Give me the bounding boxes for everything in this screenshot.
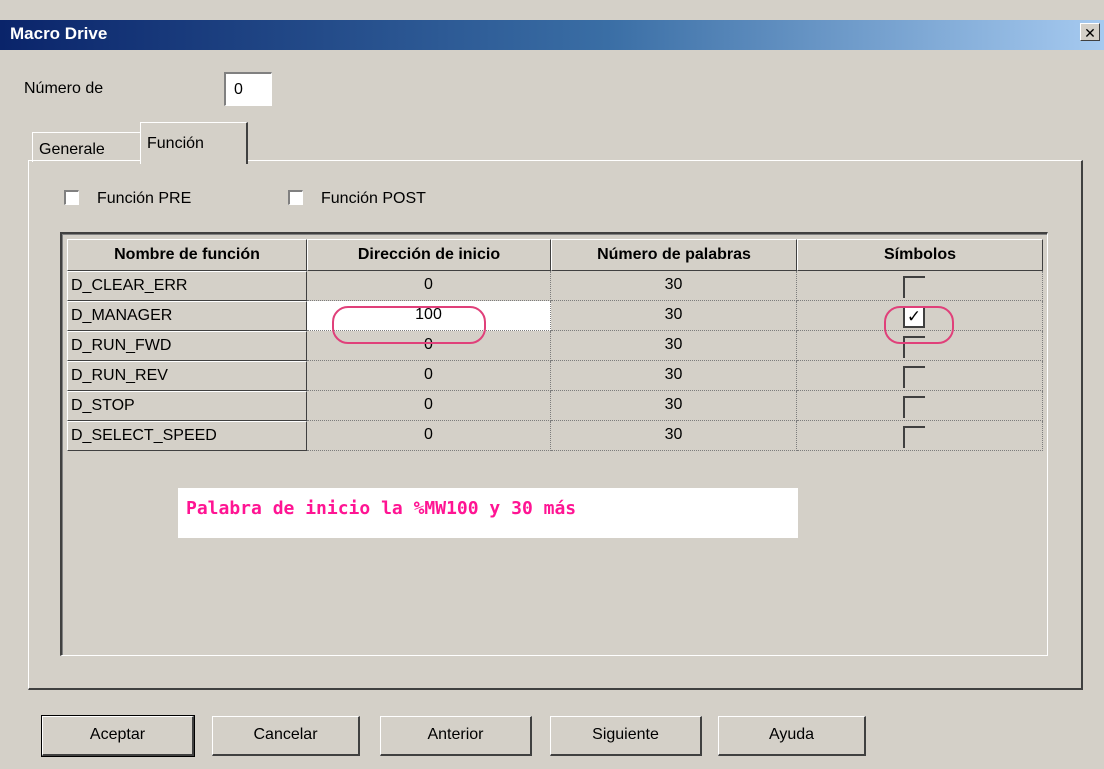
cell-start-address[interactable]: 0 — [307, 271, 551, 301]
cell-start-address[interactable]: 0 — [307, 331, 551, 361]
window-title: Macro Drive — [10, 24, 108, 43]
tab-funcion[interactable]: Función — [140, 122, 248, 164]
cell-word-count[interactable]: 30 — [551, 331, 797, 361]
title-bar: Macro Drive — [0, 20, 1104, 50]
numero-input[interactable]: 0 — [224, 72, 272, 106]
symbols-checkbox[interactable] — [903, 336, 925, 358]
symbols-checkbox[interactable] — [903, 426, 925, 448]
cell-symbols — [797, 361, 1043, 391]
next-button[interactable]: Siguiente — [550, 716, 702, 756]
cell-function-name[interactable]: D_SELECT_SPEED — [67, 421, 307, 451]
numero-label: Número de — [24, 80, 104, 97]
cell-symbols — [797, 271, 1043, 301]
funcion-post-checkbox[interactable]: Función POST — [288, 190, 426, 208]
cell-symbols — [797, 421, 1043, 451]
column-header-name[interactable]: Nombre de función — [67, 239, 307, 271]
symbols-checkbox[interactable] — [903, 396, 925, 418]
table-row[interactable]: D_STOP 0 30 — [67, 391, 1043, 421]
symbols-checkbox[interactable] — [903, 276, 925, 298]
column-header-symbols[interactable]: Símbolos — [797, 239, 1043, 271]
close-icon: ✕ — [1084, 25, 1096, 41]
cell-function-name[interactable]: D_RUN_FWD — [67, 331, 307, 361]
table-row[interactable]: D_RUN_FWD 0 30 — [67, 331, 1043, 361]
symbols-checkbox[interactable] — [903, 366, 925, 388]
table-row[interactable]: D_MANAGER 100 30 ✓ — [67, 301, 1043, 331]
cell-function-name[interactable]: D_RUN_REV — [67, 361, 307, 391]
cell-function-name[interactable]: D_MANAGER — [67, 301, 307, 331]
macro-drive-dialog: Macro Drive ✕ Número de 0 Generale Funci… — [0, 0, 1104, 769]
cell-start-address[interactable]: 0 — [307, 421, 551, 451]
cell-function-name[interactable]: D_CLEAR_ERR — [67, 271, 307, 301]
checkbox-box[interactable] — [288, 190, 303, 205]
checkbox-box[interactable] — [64, 190, 79, 205]
symbols-checkbox-checked[interactable]: ✓ — [903, 306, 925, 328]
close-button[interactable]: ✕ — [1080, 23, 1100, 41]
cancel-button[interactable]: Cancelar — [212, 716, 360, 756]
funcion-pre-checkbox[interactable]: Función PRE — [64, 190, 191, 208]
cell-word-count[interactable]: 30 — [551, 271, 797, 301]
table-row[interactable]: D_CLEAR_ERR 0 30 — [67, 271, 1043, 301]
cell-start-address[interactable]: 0 — [307, 361, 551, 391]
cell-function-name[interactable]: D_STOP — [67, 391, 307, 421]
cell-word-count[interactable]: 30 — [551, 421, 797, 451]
cell-start-address[interactable]: 0 — [307, 391, 551, 421]
tab-generale[interactable]: Generale — [32, 132, 142, 162]
previous-button[interactable]: Anterior — [380, 716, 532, 756]
funcion-pre-label: Función PRE — [97, 190, 192, 207]
cell-word-count[interactable]: 30 — [551, 301, 797, 331]
cell-symbols: ✓ — [797, 301, 1043, 331]
cell-word-count[interactable]: 30 — [551, 391, 797, 421]
table-row[interactable]: D_SELECT_SPEED 0 30 — [67, 421, 1043, 451]
annotation-note: Palabra de inicio la %MW100 y 30 más — [178, 488, 798, 538]
cell-symbols — [797, 331, 1043, 361]
cell-symbols — [797, 391, 1043, 421]
cell-start-address[interactable]: 100 — [307, 301, 551, 331]
funcion-post-label: Función POST — [321, 190, 426, 207]
grid-body: Nombre de función Dirección de inicio Nú… — [62, 234, 1047, 655]
table-row[interactable]: D_RUN_REV 0 30 — [67, 361, 1043, 391]
cell-word-count[interactable]: 30 — [551, 361, 797, 391]
accept-button[interactable]: Aceptar — [41, 715, 195, 757]
help-button[interactable]: Ayuda — [718, 716, 866, 756]
column-header-word-count[interactable]: Número de palabras — [551, 239, 797, 271]
column-header-start-address[interactable]: Dirección de inicio — [307, 239, 551, 271]
function-grid: Nombre de función Dirección de inicio Nú… — [60, 232, 1048, 656]
